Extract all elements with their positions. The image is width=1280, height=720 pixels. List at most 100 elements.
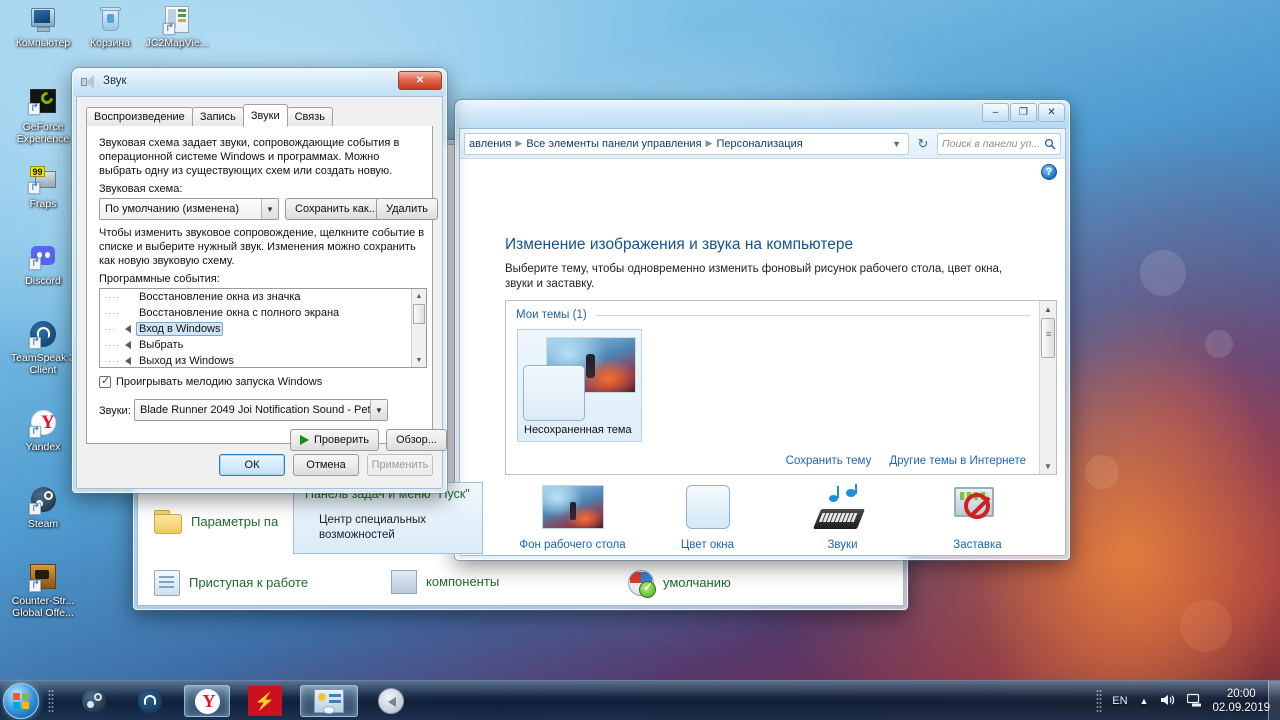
- bg-row-label: Параметры па: [191, 514, 279, 529]
- search-input[interactable]: Поиск в панели уп...: [937, 132, 1061, 155]
- scroll-up-icon[interactable]: ▲: [412, 289, 426, 303]
- browse-button[interactable]: Обзор...: [386, 429, 447, 451]
- more-themes-online-link[interactable]: Другие темы в Интернете: [889, 455, 1026, 467]
- cancel-button[interactable]: Отмена: [293, 454, 359, 476]
- speaker-icon: [81, 75, 97, 90]
- bg-row-3[interactable]: умолчанию: [628, 570, 731, 598]
- desktop-icon-jc2mapviewer[interactable]: JC2MapVie...: [140, 4, 214, 50]
- personalization-item-screensaver[interactable]: Заставка Отсутствует: [910, 485, 1045, 555]
- personalization-titlebar[interactable]: – ❐ ✕: [456, 101, 1069, 128]
- test-button[interactable]: Проверить: [290, 429, 380, 451]
- document-icon: [154, 570, 180, 596]
- list-item[interactable]: ···· Восстановление окна с полного экран…: [100, 305, 426, 321]
- item-label[interactable]: Фон рабочего стола: [505, 539, 640, 551]
- events-scrollbar[interactable]: ▲ ▼: [411, 289, 426, 367]
- bg-row-2[interactable]: компоненты: [391, 570, 499, 594]
- clock-date: 02.09.2019: [1212, 702, 1270, 714]
- close-button[interactable]: ✕: [398, 71, 442, 90]
- program-events-list[interactable]: ···· Восстановление окна из значка ···· …: [99, 288, 427, 368]
- desktop-icon-yandex[interactable]: Y Yandex: [6, 408, 80, 454]
- themes-scrollbar[interactable]: ▲ ▼: [1039, 301, 1056, 474]
- scroll-up-icon[interactable]: ▲: [1040, 301, 1056, 317]
- startup-sound-checkbox[interactable]: [99, 374, 111, 388]
- sounds-tab-panel: Звуковая схема задает звуки, сопровождаю…: [86, 126, 447, 451]
- help-button[interactable]: ?: [1041, 164, 1057, 180]
- chevron-down-icon[interactable]: ▼: [261, 199, 278, 219]
- lightning-app-taskbar-button[interactable]: ⚡: [242, 685, 288, 717]
- personalization-item-desktop-background[interactable]: Фон рабочего стола Фоновый рисунок средс…: [505, 485, 640, 555]
- scroll-down-icon[interactable]: ▼: [1040, 458, 1056, 474]
- desktop-icon-recycle-bin[interactable]: Корзина: [73, 4, 147, 50]
- desktop-icon-label: Fraps: [29, 198, 57, 210]
- desktop-icon-discord[interactable]: Discord: [6, 242, 80, 288]
- sound-icon: [120, 357, 136, 365]
- desktop-icon-fraps[interactable]: 99 Fraps: [6, 165, 80, 211]
- tab-playback[interactable]: Воспроизведение: [86, 107, 193, 126]
- control-panel-taskbar-button[interactable]: [300, 685, 358, 717]
- teamspeak-taskbar-button[interactable]: [128, 685, 172, 717]
- item-label[interactable]: Цвет окна: [640, 539, 775, 551]
- tab-communications[interactable]: Связь: [286, 107, 334, 126]
- desktop-icon-geforce-experience[interactable]: GeForce Experience: [6, 88, 80, 145]
- breadcrumb-item-2[interactable]: Персонализация: [716, 138, 802, 150]
- yandex-taskbar-button[interactable]: Y: [184, 685, 230, 717]
- item-label[interactable]: Звуки: [775, 539, 910, 551]
- breadcrumb[interactable]: авления ▶ Все элементы панели управления…: [464, 132, 909, 155]
- list-item[interactable]: ···· Выход из Windows: [100, 353, 426, 367]
- refresh-icon[interactable]: ↻: [912, 133, 934, 155]
- scrollbar-thumb[interactable]: [413, 304, 425, 324]
- bg-row-1[interactable]: Приступая к работе: [154, 570, 308, 596]
- list-item[interactable]: ···· Выбрать: [100, 337, 426, 353]
- desktop-icon-teamspeak[interactable]: TeamSpeak 3 Client: [6, 319, 80, 376]
- scrollbar-thumb[interactable]: [1041, 318, 1055, 358]
- desktop-icon-label: Корзина: [90, 37, 130, 49]
- breadcrumb-item-0[interactable]: авления: [469, 138, 511, 150]
- sound-taskbar-button[interactable]: [368, 685, 414, 717]
- desktop-icon-computer[interactable]: Компьютер: [6, 4, 80, 50]
- tray-grip[interactable]: [1096, 689, 1103, 713]
- bg-row-0[interactable]: Параметры па: [154, 510, 278, 534]
- chevron-down-icon[interactable]: ▼: [370, 400, 387, 420]
- toolbar-grip[interactable]: [48, 689, 54, 713]
- minimize-button[interactable]: –: [982, 103, 1009, 122]
- desktop-icon-steam[interactable]: Steam: [6, 485, 80, 531]
- tab-sounds[interactable]: Звуки: [242, 104, 288, 127]
- desktop-icon-csgo[interactable]: Counter-Str... Global Offe...: [6, 562, 80, 619]
- tray-expand-icon[interactable]: ▲: [1140, 696, 1149, 706]
- theme-window-preview: [523, 365, 585, 421]
- startup-sound-row[interactable]: Проигрывать мелодию запуска Windows: [99, 374, 322, 388]
- folder-icon: [154, 510, 182, 534]
- personalization-window[interactable]: – ❐ ✕ авления ▶ Все элементы панели упра…: [455, 100, 1070, 560]
- scheme-combobox[interactable]: По умолчанию (изменена) ▼: [99, 198, 279, 220]
- show-desktop-button[interactable]: [1268, 681, 1280, 720]
- language-indicator[interactable]: EN: [1112, 695, 1127, 707]
- save-theme-link[interactable]: Сохранить тему: [786, 455, 872, 467]
- jc2mapviewer-icon: [161, 4, 193, 36]
- start-button[interactable]: [3, 683, 39, 719]
- network-icon[interactable]: [1187, 693, 1202, 710]
- chevron-down-icon[interactable]: ▼: [889, 139, 904, 149]
- list-item-selected[interactable]: ··· Вход в Windows: [100, 321, 426, 337]
- delete-button[interactable]: Удалить: [376, 198, 438, 220]
- item-label[interactable]: Заставка: [910, 539, 1045, 551]
- sound-dialog-titlebar[interactable]: Звук ✕: [73, 69, 446, 96]
- ok-button[interactable]: ОК: [219, 454, 285, 476]
- restore-button[interactable]: ❐: [1010, 103, 1037, 122]
- personalization-item-sounds[interactable]: Звуки По умолчанию (изменена): [775, 484, 910, 555]
- flyout-item-accessibility-center[interactable]: Центр специальных возможностей: [319, 513, 469, 543]
- personalization-item-window-color[interactable]: Цвет окна Другой: [640, 485, 775, 555]
- steam-taskbar-button[interactable]: [72, 685, 116, 717]
- bg-row-label: Приступая к работе: [189, 575, 309, 590]
- save-as-button[interactable]: Сохранить как...: [285, 198, 388, 220]
- sounds-combobox[interactable]: Blade Runner 2049 Joi Notification Sound…: [134, 399, 388, 421]
- clock[interactable]: 20:00 02.09.2019: [1212, 687, 1270, 715]
- tab-recording[interactable]: Запись: [191, 107, 244, 126]
- close-button[interactable]: ✕: [1038, 103, 1065, 122]
- list-item[interactable]: ···· Восстановление окна из значка: [100, 289, 426, 305]
- scroll-down-icon[interactable]: ▼: [412, 353, 426, 367]
- theme-tile[interactable]: Несохраненная тема: [517, 329, 642, 442]
- taskbar[interactable]: Y ⚡ EN ▲ 20:00 02.09.2019: [0, 680, 1280, 720]
- volume-icon[interactable]: [1160, 693, 1175, 710]
- breadcrumb-item-1[interactable]: Все элементы панели управления: [526, 138, 701, 150]
- sound-dialog[interactable]: Звук ✕ Воспроизведение Запись Звуки Связ…: [72, 68, 447, 493]
